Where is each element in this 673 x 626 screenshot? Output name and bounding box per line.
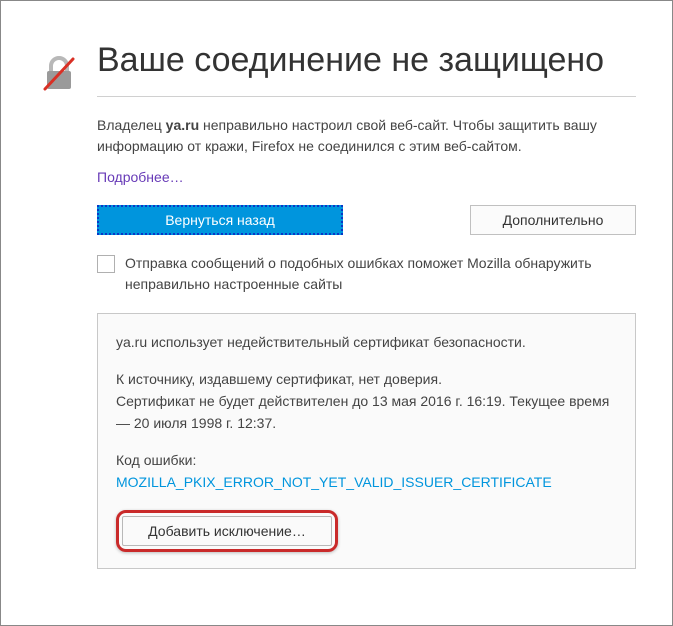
insecure-lock-icon — [37, 84, 81, 101]
add-exception-button[interactable]: Добавить исключение… — [122, 516, 332, 546]
add-exception-highlight: Добавить исключение… — [116, 510, 338, 552]
report-errors-label: Отправка сообщений о подобных ошибках по… — [125, 253, 636, 295]
advanced-button[interactable]: Дополнительно — [470, 205, 636, 235]
error-code-link[interactable]: MOZILLA_PKIX_ERROR_NOT_YET_VALID_ISSUER_… — [116, 474, 552, 490]
warning-description: Владелец ya.ru неправильно настроил свой… — [97, 115, 636, 157]
report-errors-checkbox[interactable] — [97, 255, 115, 273]
details-error-code-line: Код ошибки: MOZILLA_PKIX_ERROR_NOT_YET_V… — [116, 450, 617, 493]
certificate-details-panel: ya.ru использует недействительный сертиф… — [97, 313, 636, 569]
details-invalid-cert: ya.ru использует недействительный сертиф… — [116, 332, 617, 354]
learn-more-link[interactable]: Подробнее… — [97, 169, 184, 185]
details-issuer-time: К источнику, издавшему сертификат, нет д… — [116, 369, 617, 434]
page-title: Ваше соединение не защищено — [97, 39, 636, 97]
go-back-button[interactable]: Вернуться назад — [97, 205, 343, 235]
